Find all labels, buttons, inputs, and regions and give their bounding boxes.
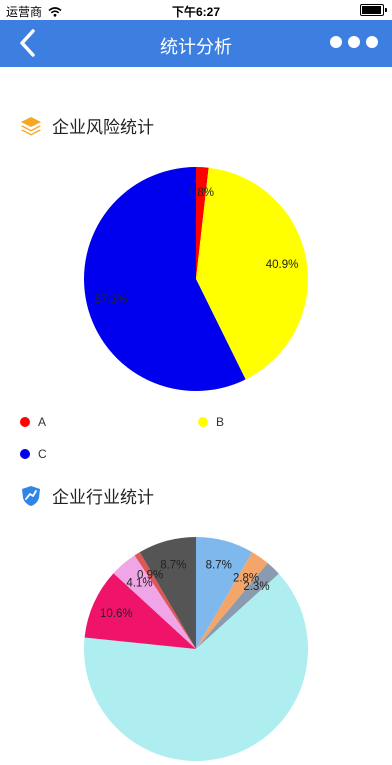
industry-label-7: 8.7%: [160, 560, 186, 572]
layers-icon: [21, 116, 41, 135]
more-dot-icon: [330, 36, 342, 48]
content-area: 企业风险统计 1.8% 40.9% 57.3% A B C 企业行业统计 8.7% 2…: [0, 67, 392, 761]
status-bar: 运营商 下午6:27: [0, 0, 392, 20]
legend-item-b[interactable]: B: [198, 415, 224, 429]
battery-icon: [360, 4, 387, 16]
risk-section-label: 企业风险统计: [52, 118, 154, 137]
risk-label-1: 40.9%: [266, 259, 299, 271]
industry-label-2: 2.3%: [243, 581, 269, 593]
risk-label-0: 1.8%: [188, 187, 214, 199]
more-button[interactable]: [330, 36, 378, 48]
legend-label-b: B: [216, 415, 225, 429]
risk-pie-chart: 1.8% 40.9% 57.3%: [84, 167, 308, 391]
industry-section-label: 企业行业统计: [52, 488, 154, 507]
industry-pie-chart: 8.7%2.8%2.3%10.6%4.1%0.9%8.7%: [83, 537, 308, 761]
risk-section-title: 企业风险统计: [20, 113, 154, 138]
legend-label-c: C: [38, 447, 47, 461]
legend-label-a: A: [38, 415, 47, 429]
legend-dot-c: [20, 449, 30, 459]
legend-item-a[interactable]: A: [20, 415, 46, 429]
status-time: 下午6:27: [171, 5, 221, 19]
risk-label-2: 57.3%: [95, 294, 128, 306]
industry-section-title: 企业行业统计: [20, 483, 154, 508]
nav-bar: 统计分析: [0, 20, 392, 67]
legend-dot-b: [198, 417, 208, 427]
more-dot-icon: [348, 36, 360, 48]
industry-label-4: 10.6%: [100, 608, 133, 620]
industry-label-0: 8.7%: [206, 560, 232, 572]
legend-item-c[interactable]: C: [20, 447, 47, 461]
legend-dot-a: [20, 417, 30, 427]
shield-chart-icon: [22, 485, 40, 506]
more-dot-icon: [366, 36, 378, 48]
